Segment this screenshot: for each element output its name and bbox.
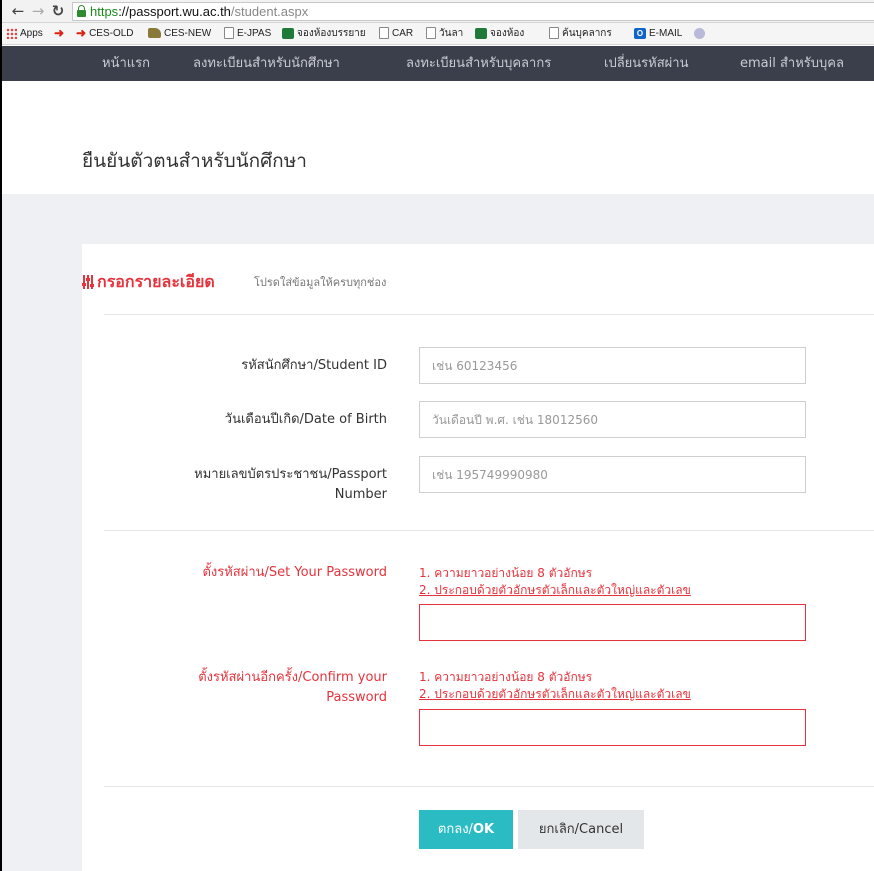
bookmarks-bar: Apps ➜ ➜ CES-OLD CES-NEW E-JPAS จองห้องบร… [2,23,874,45]
dob-label: วันเดือนปีเกิด/Date of Birth [224,412,387,427]
url-path: /student.aspx [230,4,309,19]
ok-button[interactable]: ตกลง/OK [419,810,513,849]
bookmark-label: E-JPAS [237,28,272,39]
ok-button-thai: ตกลง/ [437,822,473,837]
confirm-password-label-line2: Password [326,690,387,705]
student-id-label: รหัสนักศึกษา/Student ID [241,358,387,373]
cancel-button[interactable]: ยกเลิก/Cancel [518,810,644,849]
bookmark-staff-search[interactable]: ค้นบุคลากร [549,23,612,44]
nav-home[interactable]: หน้าแรก [102,46,150,81]
bookmark-label: Apps [20,28,43,39]
bookmark-label: จองห้องบรรยาย [297,28,366,39]
passport-input[interactable] [419,456,806,493]
site-navigation: หน้าแรก ลงทะเบียนสำหรับนักศึกษา ลงทะเบีย… [2,46,874,81]
browser-toolbar: ← → ↻ https://passport.wu.ac.th/student.… [2,0,874,23]
ok-button-en: OK [472,822,495,837]
confirm-password-label-line1: ตั้งรหัสผ่านอีกครั้ง/Confirm your [198,670,387,685]
dob-input[interactable] [419,401,806,438]
nav-change-password[interactable]: เปลี่ยนรหัสผ่าน [604,46,688,81]
page-icon [379,27,389,40]
password-hint-chars: 2. ประกอบด้วยตัวอักษรตัวเล็กและตัวใหญ่แล… [419,583,691,597]
url-host: ://passport.wu.ac.th [118,4,231,19]
divider [104,786,874,787]
outlook-icon: O [634,27,646,39]
page-icon [224,27,234,40]
password-label: ตั้งรหัสผ่าน/Set Your Password [202,565,387,580]
spreadsheet-icon [282,27,294,39]
bookmark-book-room[interactable]: จองห้อง [475,23,524,44]
address-bar[interactable]: https://passport.wu.ac.th/student.aspx [72,2,874,21]
bookmark-e-jpas[interactable]: E-JPAS [224,23,271,44]
bookmark-arrow[interactable]: ➜ [54,23,67,44]
bookmark-apps[interactable]: Apps [6,23,43,44]
back-arrow-icon[interactable]: ← [10,1,26,21]
passport-label-line1: หมายเลขบัตรประชาชน/Passport [194,467,387,482]
form-subheading: โปรดใส่ข้อมูลให้ครบทุกช่อง [254,276,387,289]
page-title: ยืนยันตัวตนสำหรับนักศึกษา [82,150,307,172]
form-panel: กรอกรายละเอียด โปรดใส่ข้อมูลให้ครบทุกช่อ… [82,244,874,871]
nav-staff-register[interactable]: ลงทะเบียนสำหรับบุคลากร [406,46,551,81]
forward-arrow-icon[interactable]: → [30,1,46,21]
graduation-cap-icon [148,28,161,39]
red-arrow-icon: ➜ [76,26,87,40]
passport-label: หมายเลขบัตรประชาชน/Passport Number [107,465,387,505]
bookmark-car[interactable]: CAR [379,23,413,44]
bookmark-label: CES-OLD [89,28,134,40]
bookmark-leave[interactable]: วันลา [426,23,463,44]
bookmark-ces-old[interactable]: ➜ CES-OLD [76,23,134,44]
bookmark-label: CAR [392,28,414,39]
divider [104,314,874,315]
confirm-password-input[interactable] [419,709,806,746]
url-scheme: https [90,4,119,19]
nav-staff-email[interactable]: email สำหรับบุคล [740,46,844,81]
confirm-password-hint-chars: 2. ประกอบด้วยตัวอักษรตัวเล็กและตัวใหญ่แล… [419,687,691,701]
bookmark-label: จองห้อง [490,28,525,39]
reload-icon[interactable]: ↻ [50,1,66,21]
page-icon [426,27,436,40]
passport-label-line2: Number [334,487,387,502]
password-input[interactable] [419,604,806,641]
bookmark-lecture-room[interactable]: จองห้องบรรยาย [282,23,366,44]
sliders-icon [82,275,94,289]
bookmark-label: E-MAIL [649,28,683,39]
spreadsheet-icon [475,27,487,39]
bookmark-label: วันลา [439,28,464,39]
form-heading: กรอกรายละเอียด [97,272,215,291]
bookmark-label: ค้นบุคลากร [562,28,612,39]
bookmark-label: CES-NEW [164,28,212,39]
apps-grid-icon [6,27,17,39]
bookmark-ces-new[interactable]: CES-NEW [148,23,211,44]
bookmark-more[interactable] [694,23,708,44]
url-text: https://passport.wu.ac.th/student.aspx [90,3,308,20]
password-hint-length: 1. ความยาวอย่างน้อย 8 ตัวอักษร [419,566,593,580]
nav-student-register[interactable]: ลงทะเบียนสำหรับนักศึกษา [193,46,340,81]
lock-icon [77,5,86,17]
page-icon [549,27,559,40]
globe-icon [694,27,705,39]
bookmark-email[interactable]: O E-MAIL [634,23,682,44]
confirm-password-label: ตั้งรหัสผ่านอีกครั้ง/Confirm your Passwo… [107,668,387,708]
student-id-input[interactable] [419,347,806,384]
red-arrow-icon: ➜ [54,26,65,40]
divider [104,530,874,531]
confirm-password-hint-length: 1. ความยาวอย่างน้อย 8 ตัวอักษร [419,670,593,684]
